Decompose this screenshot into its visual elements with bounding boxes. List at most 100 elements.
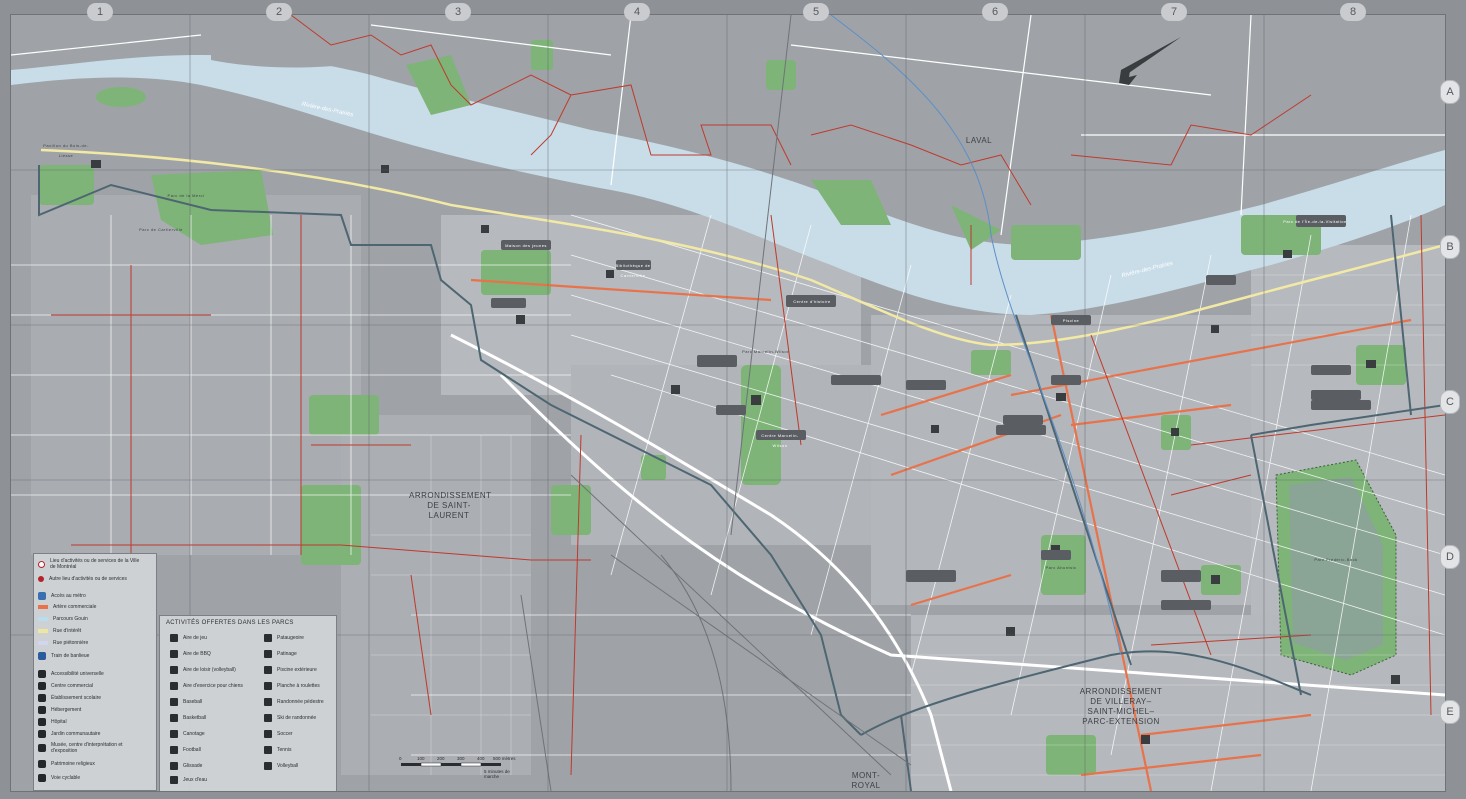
legend-label: Artère commerciale <box>53 604 97 610</box>
slide-icon <box>170 762 178 770</box>
legend-label: Centre commercial <box>51 683 93 689</box>
legend-item: Lieu d'activités ou de services de la Vi… <box>38 558 145 570</box>
park-label: Parc Marcelin-Wilson <box>742 349 790 354</box>
hospital-icon <box>38 718 46 726</box>
grid-row-d: D <box>1440 545 1460 569</box>
scale-tick: 300 <box>457 756 465 761</box>
legend-item: Centre commercial <box>38 682 93 690</box>
grid-column-2: 2 <box>266 3 292 21</box>
legend-label: Ski de randonnée <box>277 715 317 721</box>
legend-item: Patrimoine religieux <box>38 760 95 768</box>
legend-item: Aire de loisir (volleyball) <box>170 666 236 674</box>
activity-site-icon <box>38 560 45 568</box>
playground-icon <box>170 634 178 642</box>
dog-run-icon <box>170 682 178 690</box>
legend-label: Hôpital <box>51 719 67 725</box>
legend-item: Canotage <box>170 730 205 738</box>
legend-services: Lieu d'activités ou de services de la Vi… <box>33 553 157 791</box>
legend-label: Volleyball <box>277 763 299 769</box>
train-icon <box>38 652 46 660</box>
legend-label: Canotage <box>183 731 205 737</box>
museum-icon <box>38 744 46 752</box>
other-site-icon <box>38 576 44 582</box>
scale-bar: 0 100 200 300 400 500 mètres 5 minutes d… <box>399 756 519 787</box>
legend-label: Aire de loisir (volleyball) <box>183 667 236 673</box>
legend-item: Pataugeoire <box>264 634 304 642</box>
volleyball-icon <box>264 762 272 770</box>
legend-label: Lieu d'activités ou de services de la Vi… <box>50 558 140 570</box>
legend-label: Autre lieu d'activités ou de services <box>49 576 127 582</box>
legend-activities-title: ACTIVITÉS OFFERTES DANS LES PARCS <box>166 620 294 626</box>
park-label: Centre d'histoire <box>793 299 831 304</box>
legend-label: Aire de jeu <box>183 635 207 641</box>
legend-label: Hébergement <box>51 707 82 713</box>
legend-label: Basketball <box>183 715 207 721</box>
legend-item: Parcours Gouin <box>38 616 88 622</box>
legend-activities: ACTIVITÉS OFFERTES DANS LES PARCS Aire d… <box>159 615 337 791</box>
legend-item: Volleyball <box>264 762 298 770</box>
legend-label: Soccer <box>277 731 293 737</box>
grid-column-5: 5 <box>803 3 829 21</box>
legend-item: Autre lieu d'activités ou de services <box>38 576 127 582</box>
legend-label: Randonnée pédestre <box>277 699 324 705</box>
skating-icon <box>264 650 272 658</box>
grid-column-1: 1 <box>87 3 113 21</box>
legend-label: Voie cyclable <box>51 775 81 781</box>
legend-item: Rue d'intérêt <box>38 628 81 634</box>
legend-item: Randonnée pédestre <box>264 698 324 706</box>
football-icon <box>170 746 178 754</box>
legend-item: Voie cyclable <box>38 774 80 782</box>
legend-label: Planche à roulettes <box>277 683 320 689</box>
xc-ski-icon <box>264 714 272 722</box>
legend-item: Patinage <box>264 650 297 658</box>
lodging-icon <box>38 706 46 714</box>
grid-column-6: 6 <box>982 3 1008 21</box>
canoe-icon <box>170 730 178 738</box>
grid-row-e: E <box>1440 700 1460 724</box>
legend-item: Jardin communautaire <box>38 730 100 738</box>
legend-label: Patinage <box>277 651 297 657</box>
grid-row-c: C <box>1440 390 1460 414</box>
legend-item: Planche à roulettes <box>264 682 320 690</box>
grid-column-8: 8 <box>1340 3 1366 21</box>
legend-label: Patrimoine religieux <box>51 761 95 767</box>
outdoor-pool-icon <box>264 666 272 674</box>
legend-item: Hôpital <box>38 718 67 726</box>
legend-label: Train de banlieue <box>51 653 90 659</box>
religious-heritage-icon <box>38 760 46 768</box>
scale-tick: 400 <box>477 756 485 761</box>
park-label: Piscine <box>1062 318 1080 323</box>
legend-item: Accès au métro <box>38 592 86 600</box>
legend-label: Aire d'exercice pour chiens <box>183 683 243 689</box>
label-villeray: ARRONDISSEMENT DE VILLERAY–SAINT-MICHEL–… <box>1079 687 1163 726</box>
grid-column-7: 7 <box>1161 3 1187 21</box>
scale-tick: 100 <box>417 756 425 761</box>
legend-item: Hébergement <box>38 706 81 714</box>
legend-item: Ski de randonnée <box>264 714 316 722</box>
legend-label: Glissade <box>183 763 203 769</box>
grid-column-3: 3 <box>445 3 471 21</box>
legend-label: Accessibilité universelle <box>51 671 104 677</box>
metro-icon <box>38 592 46 600</box>
legend-item: Glissade <box>170 762 202 770</box>
hiking-icon <box>264 698 272 706</box>
legend-label: Jeux d'eau <box>183 777 208 783</box>
legend-item: Établissement scolaire <box>38 694 101 702</box>
park-label: Centre Marcelin-Wilson <box>761 433 799 448</box>
park-label: Maison des jeunes <box>505 243 547 248</box>
label-saint-laurent: ARRONDISSEMENT DE SAINT-LAURENT <box>409 491 492 520</box>
legend-label: Rue d'intérêt <box>53 628 82 634</box>
basketball-icon <box>170 714 178 722</box>
grid-row-b: B <box>1440 235 1460 259</box>
legend-label: Jardin communautaire <box>51 731 101 737</box>
legend-item: Piscine extérieure <box>264 666 317 674</box>
scale-tick: 200 <box>437 756 445 761</box>
bike-path-icon <box>38 774 46 782</box>
map-frame[interactable]: LAVAL ARRONDISSEMENT DE SAINT-LAURENT AR… <box>10 14 1446 792</box>
community-garden-icon <box>38 730 46 738</box>
legend-item: Basketball <box>170 714 206 722</box>
scale-tick: 0 <box>399 756 402 761</box>
soccer-icon <box>264 730 272 738</box>
legend-label: Parcours Gouin <box>53 616 88 622</box>
legend-label: Aire de BBQ <box>183 651 211 657</box>
